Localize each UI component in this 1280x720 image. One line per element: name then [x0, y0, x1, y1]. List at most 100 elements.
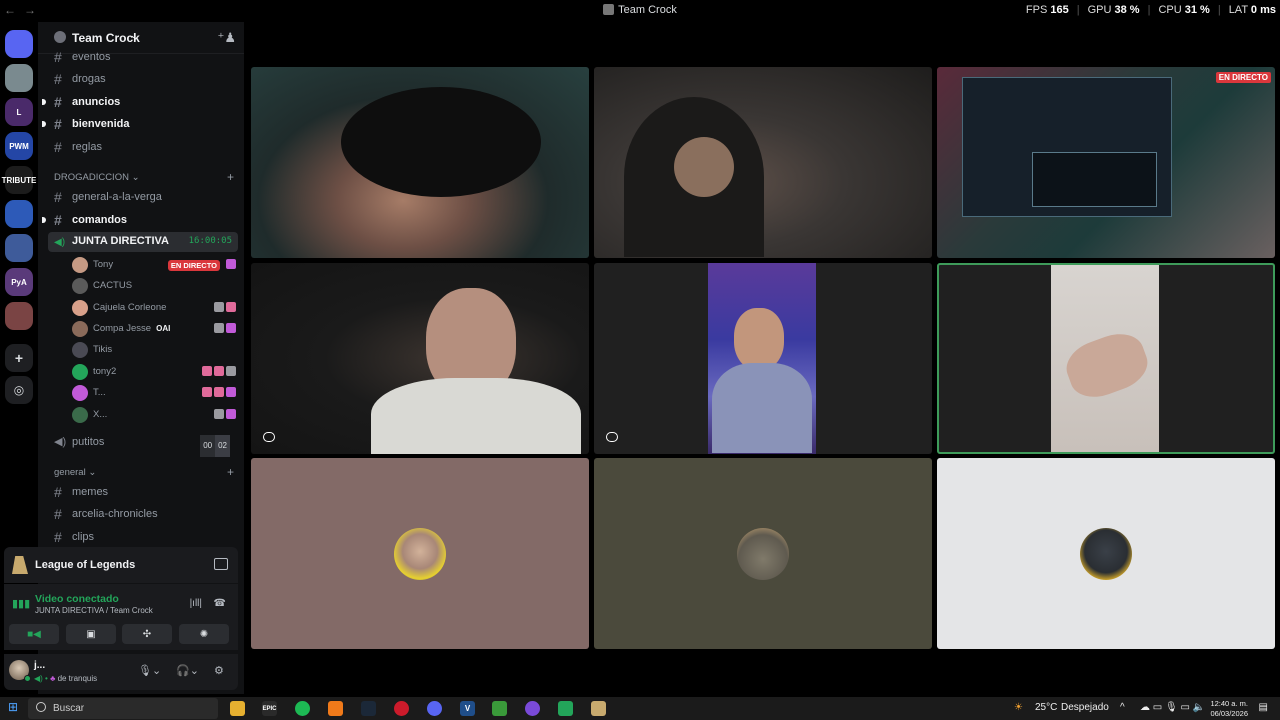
- disconnect-icon[interactable]: ☎: [214, 598, 226, 609]
- microphone-icon[interactable]: 🎙⌄: [138, 664, 161, 677]
- league-icon[interactable]: [591, 701, 606, 716]
- channel-item[interactable]: # clips: [48, 527, 238, 547]
- gpu-readout: GPU 38 %: [1087, 4, 1140, 16]
- tray-chevron-icon[interactable]: ^: [1120, 702, 1125, 713]
- server-icon[interactable]: PyA: [5, 268, 33, 296]
- voice-member[interactable]: Compa Jesse OAI: [72, 319, 242, 339]
- category-general[interactable]: general ⌄: [54, 467, 96, 478]
- tray-icons[interactable]: ☁ ▭ 🎙 ▭ 🔈: [1140, 702, 1205, 713]
- spotify-icon[interactable]: [295, 701, 310, 716]
- channel-item[interactable]: # anuncios: [42, 92, 238, 112]
- voice-member[interactable]: Tony EN DIRECTO: [72, 255, 242, 275]
- weather-icon: ☀: [1014, 702, 1023, 713]
- member-status-icon: [226, 409, 236, 419]
- custom-status[interactable]: ◀) • ♣ de tranquis: [34, 674, 97, 683]
- app-icon[interactable]: [558, 701, 573, 716]
- unread-indicator: [42, 121, 46, 127]
- shirt-shape: [712, 363, 812, 453]
- epic-games-icon[interactable]: EPIC: [262, 701, 277, 716]
- video-tile-2[interactable]: [594, 67, 932, 258]
- server-icon[interactable]: [5, 30, 33, 58]
- headphones-icon[interactable]: 🎧⌄: [176, 664, 199, 677]
- voice-member[interactable]: Cajuela Corleone: [72, 298, 242, 318]
- video-tile-5-speaking[interactable]: [937, 263, 1275, 454]
- weather-text[interactable]: Despejado: [1061, 702, 1109, 713]
- channel-item[interactable]: # general-a-la-verga: [48, 187, 238, 207]
- channel-item[interactable]: # eventos: [48, 47, 238, 67]
- hash-icon: #: [54, 189, 62, 205]
- weather-temp[interactable]: 25°C: [1035, 702, 1057, 713]
- notifications-icon[interactable]: ▤: [1259, 702, 1268, 713]
- soundboard-button[interactable]: ✺: [179, 624, 229, 644]
- activities-button[interactable]: ✣: [122, 624, 172, 644]
- member-status-icon: [202, 387, 212, 397]
- discover-icon[interactable]: ◎: [5, 376, 33, 404]
- category-drogadiccion[interactable]: DROGADICCION ⌄: [54, 172, 140, 183]
- avatar: [1080, 527, 1132, 580]
- app-icon[interactable]: [525, 701, 540, 716]
- video-tile-4[interactable]: [594, 263, 932, 454]
- server-icon[interactable]: PWM: [5, 132, 33, 160]
- add-server-icon[interactable]: +: [5, 344, 33, 372]
- server-icon[interactable]: [5, 234, 33, 262]
- add-channel-icon[interactable]: +: [227, 465, 234, 479]
- channel-item[interactable]: # bienvenida: [42, 114, 238, 134]
- activity-panel[interactable]: League of Legends: [4, 547, 238, 583]
- member-name: Cajuela Corleone: [93, 302, 167, 313]
- voice-member[interactable]: Tikis: [72, 340, 242, 360]
- video-tile-3[interactable]: [251, 263, 589, 454]
- voice-channel-putitos[interactable]: ◀) putitos 00 02: [48, 432, 238, 457]
- voice-member[interactable]: tony2: [72, 362, 242, 382]
- system-clock[interactable]: 12:40 a. m. 06/03/2026: [1210, 699, 1248, 719]
- server-icon[interactable]: L: [5, 98, 33, 126]
- channel-item[interactable]: # reglas: [48, 137, 238, 157]
- voice-member[interactable]: X...: [72, 405, 242, 425]
- channel-item[interactable]: # arcelia-chronicles: [48, 504, 238, 524]
- valorant-icon[interactable]: V: [460, 701, 475, 716]
- connection-status[interactable]: Video conectado: [35, 593, 119, 605]
- avatar-tile-2[interactable]: [594, 458, 932, 649]
- noise-suppression-icon[interactable]: |ıll|: [190, 598, 202, 609]
- server-icon[interactable]: [5, 64, 33, 92]
- add-member-icon[interactable]: ⁺♟: [217, 30, 236, 46]
- member-status-icon: [226, 302, 236, 312]
- stream-game-icon[interactable]: [214, 558, 228, 570]
- file-explorer-icon[interactable]: [230, 701, 245, 716]
- voice-member[interactable]: T...: [72, 383, 242, 403]
- chevron-down-icon: ⌄: [130, 30, 138, 40]
- search-icon: [36, 702, 46, 712]
- voice-channel-junta[interactable]: ◀) JUNTA DIRECTIVA 16:00:05: [48, 232, 238, 252]
- blender-icon[interactable]: [328, 701, 343, 716]
- opera-gx-icon[interactable]: [394, 701, 409, 716]
- settings-gear-icon[interactable]: ⚙: [214, 664, 224, 677]
- windows-start-icon[interactable]: ⊞: [8, 700, 18, 714]
- taskbar-search[interactable]: Buscar: [28, 698, 218, 719]
- avatar-tile-1[interactable]: [251, 458, 589, 649]
- server-icon[interactable]: [5, 302, 33, 330]
- online-status-icon: [24, 675, 31, 682]
- channel-item[interactable]: # drogas: [48, 69, 238, 89]
- avatar-tile-3[interactable]: [937, 458, 1275, 649]
- hash-icon: #: [54, 484, 62, 500]
- hash-icon: #: [54, 116, 62, 132]
- voice-member[interactable]: CACTUS: [72, 276, 242, 296]
- signal-icon[interactable]: ▮▮▮: [12, 597, 30, 611]
- avatar: [72, 364, 88, 380]
- camera-button[interactable]: ■◀: [9, 624, 59, 644]
- video-tile-1[interactable]: [251, 67, 589, 258]
- server-icon[interactable]: TRIBUTE: [2, 166, 36, 194]
- unread-indicator: [42, 99, 46, 105]
- channel-item[interactable]: # comandos: [42, 210, 238, 230]
- steam-icon[interactable]: [361, 701, 376, 716]
- stream-tile-game[interactable]: EN DIRECTO: [937, 67, 1275, 258]
- minecraft-icon[interactable]: [492, 701, 507, 716]
- server-icon[interactable]: [5, 200, 33, 228]
- discord-icon[interactable]: [427, 701, 442, 716]
- member-status-icon: [214, 366, 224, 376]
- face-shape: [734, 308, 784, 370]
- add-channel-icon[interactable]: +: [227, 170, 234, 184]
- channel-item[interactable]: # memes: [48, 482, 238, 502]
- username[interactable]: j...: [34, 660, 45, 671]
- connection-channel[interactable]: JUNTA DIRECTIVA / Team Crock: [35, 606, 153, 615]
- screen-share-button[interactable]: ▣: [66, 624, 116, 644]
